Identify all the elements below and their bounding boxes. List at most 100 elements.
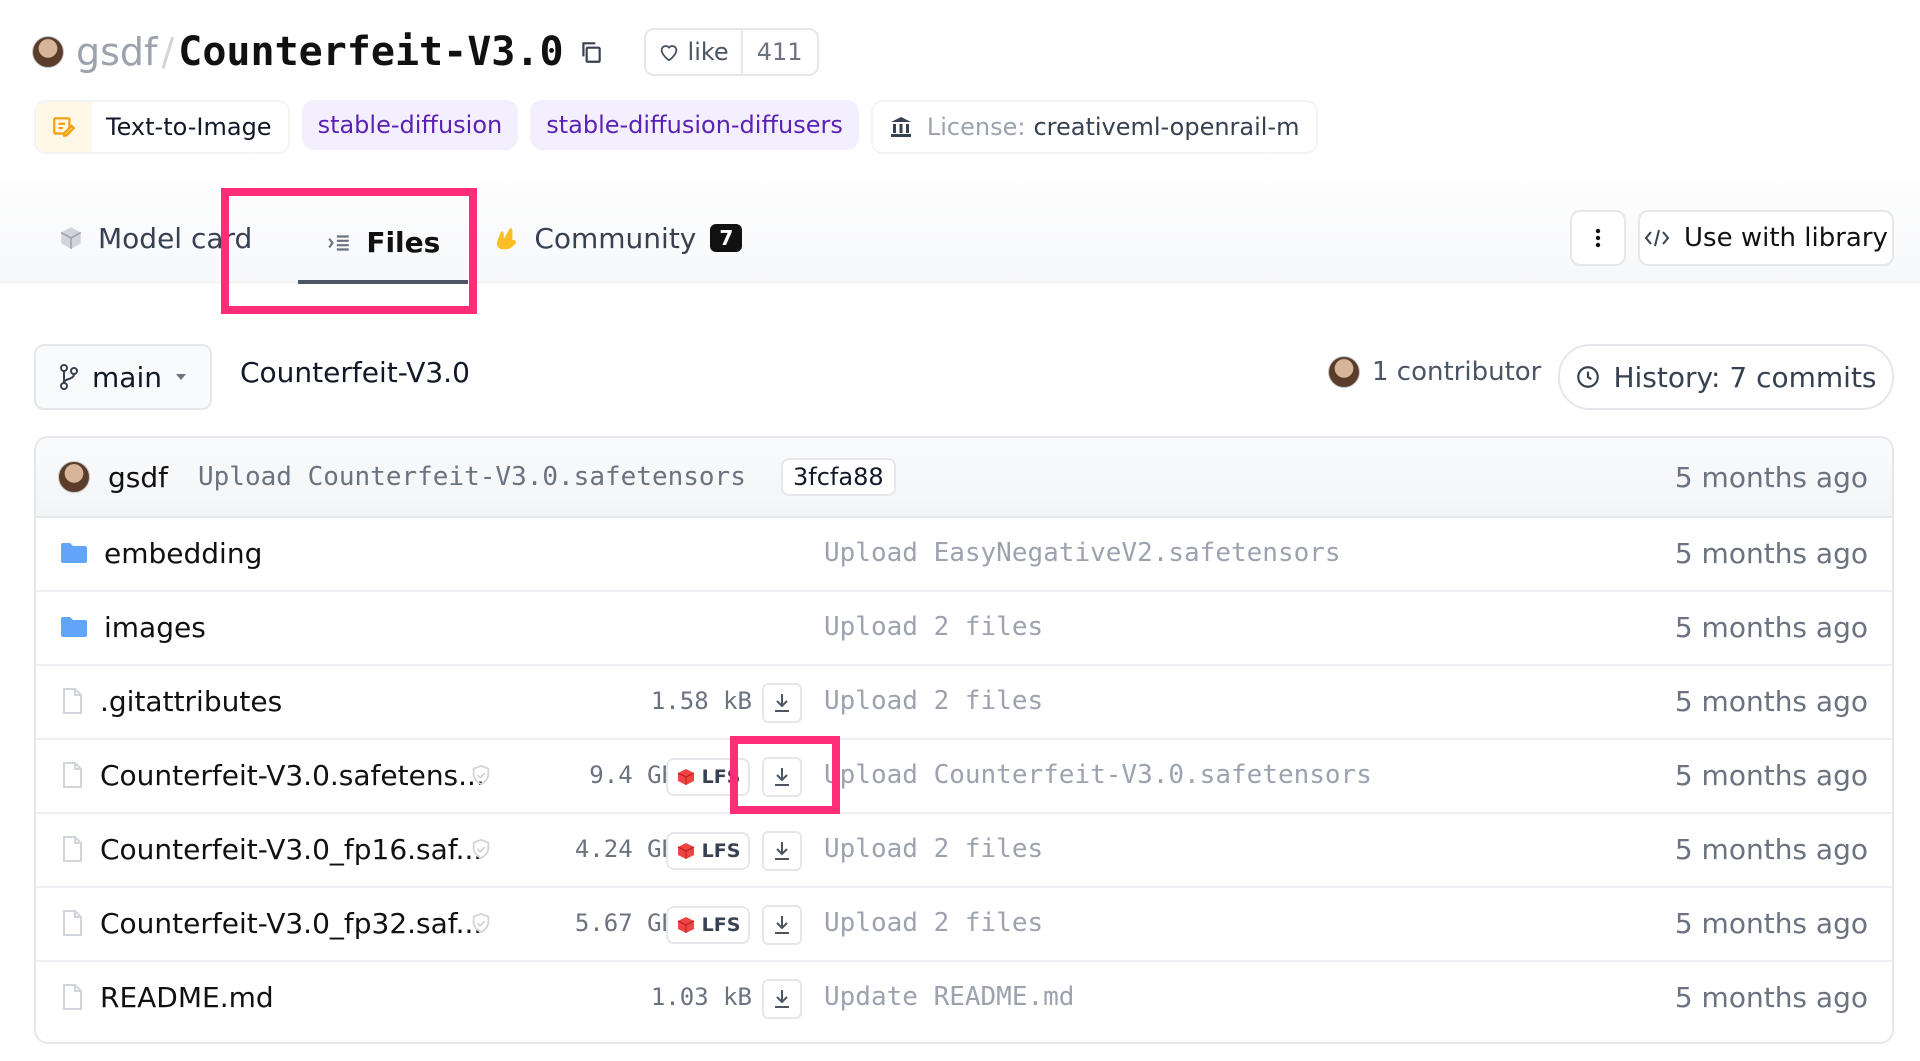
- folder-icon: [60, 541, 88, 565]
- branch-selector[interactable]: main: [34, 344, 212, 410]
- security-check-icon[interactable]: [470, 912, 492, 934]
- model-tags: Text-to-Image stable-diffusion stable-di…: [34, 100, 1318, 154]
- file-name-link[interactable]: .gitattributes: [60, 664, 282, 738]
- license-icon: [890, 117, 911, 137]
- file-commit-time: 5 months ago: [1674, 980, 1868, 1014]
- download-button[interactable]: [762, 831, 802, 871]
- repo-owner-link[interactable]: gsdf: [76, 30, 157, 74]
- lfs-badge[interactable]: LFS: [666, 906, 750, 944]
- file-commit-time: 5 months ago: [1674, 610, 1868, 644]
- file-name-link[interactable]: Counterfeit-V3.0_fp32.saf...: [60, 886, 482, 960]
- tab-files[interactable]: Files: [298, 205, 469, 284]
- branch-icon: [60, 364, 79, 390]
- file-row[interactable]: README.md 1.03 kB Update README.md 5 months…: [36, 960, 1892, 1034]
- download-icon: [772, 914, 792, 936]
- download-button[interactable]: [762, 683, 802, 723]
- file-row[interactable]: Counterfeit-V3.0.safetens... 9.4 GB LFS Upl…: [36, 738, 1892, 814]
- history-button[interactable]: History: 7 commits: [1558, 344, 1894, 410]
- download-icon: [772, 988, 792, 1010]
- file-commit-message[interactable]: Upload 2 files: [824, 664, 1043, 738]
- repo-name-link[interactable]: Counterfeit-V3.0: [178, 29, 563, 75]
- file-commit-time: 5 months ago: [1674, 684, 1868, 718]
- tab-model-card[interactable]: Model card: [58, 205, 252, 271]
- file-row[interactable]: Counterfeit-V3.0_fp16.saf... 4.24 GB LFS Up…: [36, 812, 1892, 888]
- file-commit-time: 5 months ago: [1674, 832, 1868, 866]
- security-check-icon[interactable]: [470, 764, 492, 786]
- heart-icon: [660, 45, 677, 62]
- use-with-library-label: Use with library: [1684, 223, 1888, 253]
- tag-stable-diffusion-diffusers[interactable]: stable-diffusion-diffusers: [530, 100, 859, 150]
- file-icon: [60, 909, 84, 937]
- history-label: History: 7 commits: [1613, 360, 1877, 394]
- last-commit-row: gsdf Upload Counterfeit-V3.0.safetensors…: [36, 438, 1892, 518]
- license-value: creativeml-openrail-m: [1033, 113, 1300, 141]
- file-row[interactable]: .gitattributes 1.58 kB Upload 2 files 5 mon…: [36, 664, 1892, 740]
- clock-icon: [1577, 366, 1600, 388]
- file-commit-message[interactable]: Upload EasyNegativeV2.safetensors: [824, 516, 1341, 590]
- contributors-link[interactable]: 1 contributor: [1328, 356, 1541, 388]
- tag-stable-diffusion[interactable]: stable-diffusion: [301, 100, 519, 150]
- file-size: 9.4 GB: [589, 761, 676, 789]
- lfs-label: LFS: [701, 766, 741, 788]
- file-name: Counterfeit-V3.0_fp32.saf...: [100, 906, 483, 940]
- file-row[interactable]: images Upload 2 files 5 months ago: [36, 590, 1892, 666]
- security-check-icon[interactable]: [470, 838, 492, 860]
- file-name: .gitattributes: [100, 684, 283, 718]
- file-commit-time: 5 months ago: [1674, 536, 1868, 570]
- last-commit-message[interactable]: Upload Counterfeit-V3.0.safetensors: [198, 438, 746, 516]
- file-icon: [60, 687, 84, 715]
- tag-task-label: Text-to-Image: [106, 113, 272, 141]
- folder-icon: [60, 615, 88, 639]
- lfs-badge[interactable]: LFS: [666, 832, 750, 870]
- tag-license[interactable]: License: creativeml-openrail-m: [870, 100, 1318, 154]
- download-icon: [772, 840, 792, 862]
- file-size: 1.58 kB: [650, 687, 752, 715]
- copy-icon[interactable]: [578, 39, 604, 65]
- download-button[interactable]: [762, 979, 802, 1019]
- file-commit-time: 5 months ago: [1674, 758, 1868, 792]
- download-button[interactable]: [762, 757, 802, 797]
- tab-model-card-label: Model card: [98, 221, 253, 255]
- use-with-library-button[interactable]: Use with library: [1638, 210, 1894, 266]
- file-icon: [60, 983, 84, 1011]
- last-commit-time: 5 months ago: [1674, 460, 1868, 494]
- commit-author-name: gsdf: [108, 460, 168, 494]
- tag-text-to-image[interactable]: Text-to-Image: [34, 100, 290, 154]
- file-commit-message[interactable]: Upload 2 files: [824, 886, 1043, 960]
- repo-title: gsdf / Counterfeit-V3.0 like 411: [32, 22, 819, 82]
- download-icon: [772, 766, 792, 788]
- owner-avatar[interactable]: [32, 36, 64, 68]
- file-name-link[interactable]: embedding: [60, 516, 262, 590]
- community-icon: [497, 228, 517, 250]
- file-name: embedding: [104, 536, 263, 570]
- community-count-badge: 7: [710, 224, 743, 252]
- file-name-link[interactable]: Counterfeit-V3.0_fp16.saf...: [60, 812, 482, 886]
- tab-files-label: Files: [366, 226, 441, 259]
- file-icon: [60, 761, 84, 789]
- file-commit-message[interactable]: Upload 2 files: [824, 812, 1043, 886]
- repo-separator: /: [161, 30, 175, 74]
- file-name-link[interactable]: README.md: [60, 960, 274, 1034]
- last-commit-author[interactable]: gsdf: [58, 438, 168, 516]
- file-row[interactable]: Counterfeit-V3.0_fp32.saf... 5.67 GB LFS Up…: [36, 886, 1892, 962]
- text-to-image-icon: [36, 102, 92, 152]
- tab-community-label: Community: [534, 221, 697, 255]
- commit-hash-badge[interactable]: 3fcfa88: [781, 458, 896, 496]
- file-name: images: [104, 610, 206, 644]
- like-count[interactable]: 411: [743, 38, 817, 66]
- file-commit-message[interactable]: Update README.md: [824, 960, 1074, 1034]
- lfs-badge[interactable]: LFS: [666, 758, 750, 796]
- file-size: 4.24 GB: [574, 835, 676, 863]
- download-button[interactable]: [762, 905, 802, 945]
- file-commit-message[interactable]: Upload Counterfeit-V3.0.safetensors: [824, 738, 1372, 812]
- lfs-label: LFS: [701, 914, 741, 936]
- file-table: gsdf Upload Counterfeit-V3.0.safetensors…: [34, 436, 1894, 1044]
- tab-community[interactable]: Community 7: [494, 205, 743, 271]
- file-name-link[interactable]: images: [60, 590, 206, 664]
- more-options-button[interactable]: [1570, 210, 1626, 266]
- file-row[interactable]: embedding Upload EasyNegativeV2.safetenso…: [36, 516, 1892, 592]
- file-name-link[interactable]: Counterfeit-V3.0.safetens...: [60, 738, 485, 812]
- file-commit-message[interactable]: Upload 2 files: [824, 590, 1043, 664]
- like-button[interactable]: like 411: [643, 28, 819, 76]
- caret-down-icon: [175, 374, 186, 380]
